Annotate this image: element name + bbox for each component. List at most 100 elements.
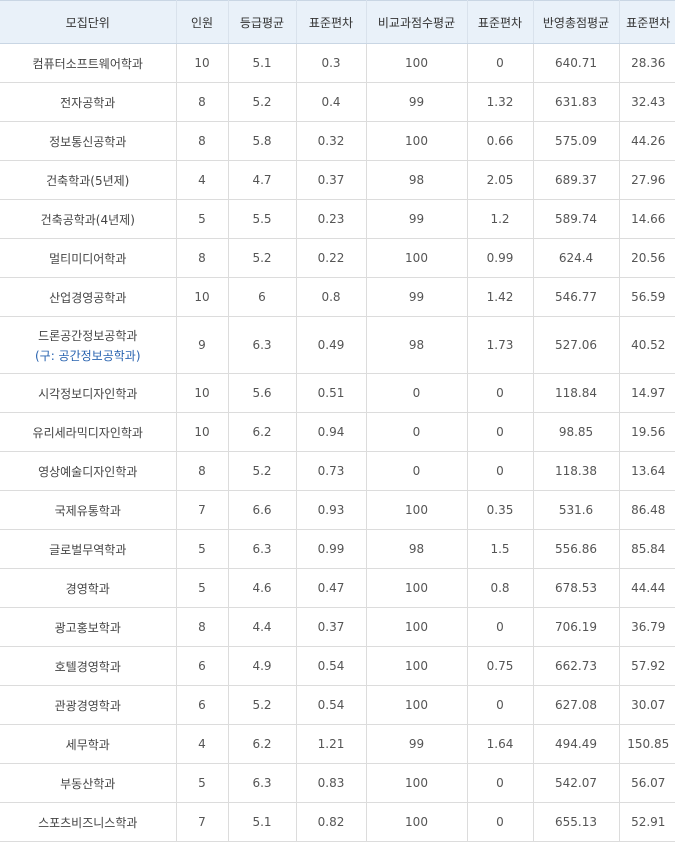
header-total-avg: 반영총점평균 [533,0,620,44]
total-stddev-cell: 56.07 [619,763,675,803]
extracurricular-stddev-cell: 0 [467,373,534,413]
department-name-cell: 세무학과 [0,724,177,764]
grade-stddev-cell: 0.99 [296,529,367,569]
department-name: 전자공학과 [60,95,116,110]
grade-avg-cell: 6 [228,277,297,317]
total-stddev-cell: 14.97 [619,373,675,413]
grade-avg-cell: 5.2 [228,451,297,491]
total-avg-cell: 678.53 [533,568,620,608]
grade-avg-cell: 6.2 [228,412,297,452]
count-cell: 5 [176,568,229,608]
total-avg-cell: 624.4 [533,238,620,278]
grade-stddev-cell: 0.22 [296,238,367,278]
total-avg-cell: 575.09 [533,121,620,161]
table-row: 건축학과(5년제) 4 4.7 0.37 98 2.05 689.37 27.96 [0,160,675,200]
grade-stddev-cell: 0.23 [296,199,367,239]
total-stddev-cell: 20.56 [619,238,675,278]
department-name: 건축공학과(4년제) [40,212,135,227]
grade-stddev-cell: 0.73 [296,451,367,491]
table-row: 산업경영공학과 10 6 0.8 99 1.42 546.77 56.59 [0,277,675,317]
grade-avg-cell: 5.6 [228,373,297,413]
extracurricular-avg-cell: 0 [366,373,468,413]
department-name-cell: 정보통신공학과 [0,121,177,161]
count-cell: 5 [176,529,229,569]
count-cell: 7 [176,802,229,842]
grade-avg-cell: 4.9 [228,646,297,686]
header-count: 인원 [176,0,229,44]
department-former-name: (구: 공간정보공학과) [34,348,141,363]
grade-stddev-cell: 0.47 [296,568,367,608]
count-cell: 5 [176,763,229,803]
grade-avg-cell: 6.6 [228,490,297,530]
department-name: 멀티미디어학과 [49,251,127,266]
table-row: 스포츠비즈니스학과 7 5.1 0.82 100 0 655.13 52.91 [0,802,675,842]
total-stddev-cell: 57.92 [619,646,675,686]
count-cell: 9 [176,316,229,374]
extracurricular-avg-cell: 100 [366,238,468,278]
count-cell: 7 [176,490,229,530]
count-cell: 8 [176,238,229,278]
total-avg-cell: 556.86 [533,529,620,569]
department-name-cell: 시각정보디자인학과 [0,373,177,413]
department-name-cell: 드론공간정보공학과 (구: 공간정보공학과) [0,316,177,374]
grade-avg-cell: 5.1 [228,43,297,83]
extracurricular-avg-cell: 99 [366,199,468,239]
total-avg-cell: 631.83 [533,82,620,122]
department-name: 관광경영학과 [54,698,121,713]
extracurricular-stddev-cell: 0 [467,412,534,452]
grade-avg-cell: 5.2 [228,82,297,122]
total-avg-cell: 689.37 [533,160,620,200]
total-avg-cell: 527.06 [533,316,620,374]
grade-stddev-cell: 0.54 [296,685,367,725]
extracurricular-stddev-cell: 0.75 [467,646,534,686]
count-cell: 6 [176,685,229,725]
extracurricular-stddev-cell: 0 [467,451,534,491]
extracurricular-stddev-cell: 0 [467,43,534,83]
department-name-cell: 부동산학과 [0,763,177,803]
total-avg-cell: 118.84 [533,373,620,413]
total-avg-cell: 589.74 [533,199,620,239]
extracurricular-stddev-cell: 0.8 [467,568,534,608]
table-row: 관광경영학과 6 5.2 0.54 100 0 627.08 30.07 [0,685,675,725]
extracurricular-avg-cell: 99 [366,277,468,317]
table-body: 컴퓨터소프트웨어학과 10 5.1 0.3 100 0 640.71 28.36 전자공학과 8 5… [0,43,675,842]
department-name-cell: 광고홍보학과 [0,607,177,647]
grade-avg-cell: 5.2 [228,685,297,725]
department-name-cell: 호텔경영학과 [0,646,177,686]
table-row: 정보통신공학과 8 5.8 0.32 100 0.66 575.09 44.26 [0,121,675,161]
count-cell: 10 [176,43,229,83]
total-avg-cell: 118.38 [533,451,620,491]
extracurricular-avg-cell: 100 [366,568,468,608]
table-row: 영상예술디자인학과 8 5.2 0.73 0 0 118.38 13.64 [0,451,675,491]
total-stddev-cell: 14.66 [619,199,675,239]
grade-avg-cell: 4.7 [228,160,297,200]
table-row: 시각정보디자인학과 10 5.6 0.51 0 0 118.84 14.97 [0,373,675,413]
grade-stddev-cell: 1.21 [296,724,367,764]
total-stddev-cell: 30.07 [619,685,675,725]
extracurricular-avg-cell: 98 [366,529,468,569]
total-stddev-cell: 85.84 [619,529,675,569]
total-stddev-cell: 27.96 [619,160,675,200]
department-name-cell: 유리세라믹디자인학과 [0,412,177,452]
total-stddev-cell: 13.64 [619,451,675,491]
department-name: 부동산학과 [60,776,116,791]
department-name-cell: 경영학과 [0,568,177,608]
table-row: 멀티미디어학과 8 5.2 0.22 100 0.99 624.4 20.56 [0,238,675,278]
header-extracurricular-stddev: 표준편차 [467,0,534,44]
total-stddev-cell: 40.52 [619,316,675,374]
grade-stddev-cell: 0.4 [296,82,367,122]
department-name-cell: 전자공학과 [0,82,177,122]
extracurricular-stddev-cell: 2.05 [467,160,534,200]
count-cell: 8 [176,121,229,161]
extracurricular-avg-cell: 0 [366,451,468,491]
extracurricular-avg-cell: 100 [366,121,468,161]
department-name: 영상예술디자인학과 [38,464,138,479]
total-avg-cell: 627.08 [533,685,620,725]
count-cell: 8 [176,82,229,122]
table-row: 세무학과 4 6.2 1.21 99 1.64 494.49 150.85 [0,724,675,764]
department-name: 산업경영공학과 [49,290,127,305]
table-row: 호텔경영학과 6 4.9 0.54 100 0.75 662.73 57.92 [0,646,675,686]
department-name-cell: 관광경영학과 [0,685,177,725]
extracurricular-avg-cell: 100 [366,43,468,83]
grade-avg-cell: 4.6 [228,568,297,608]
